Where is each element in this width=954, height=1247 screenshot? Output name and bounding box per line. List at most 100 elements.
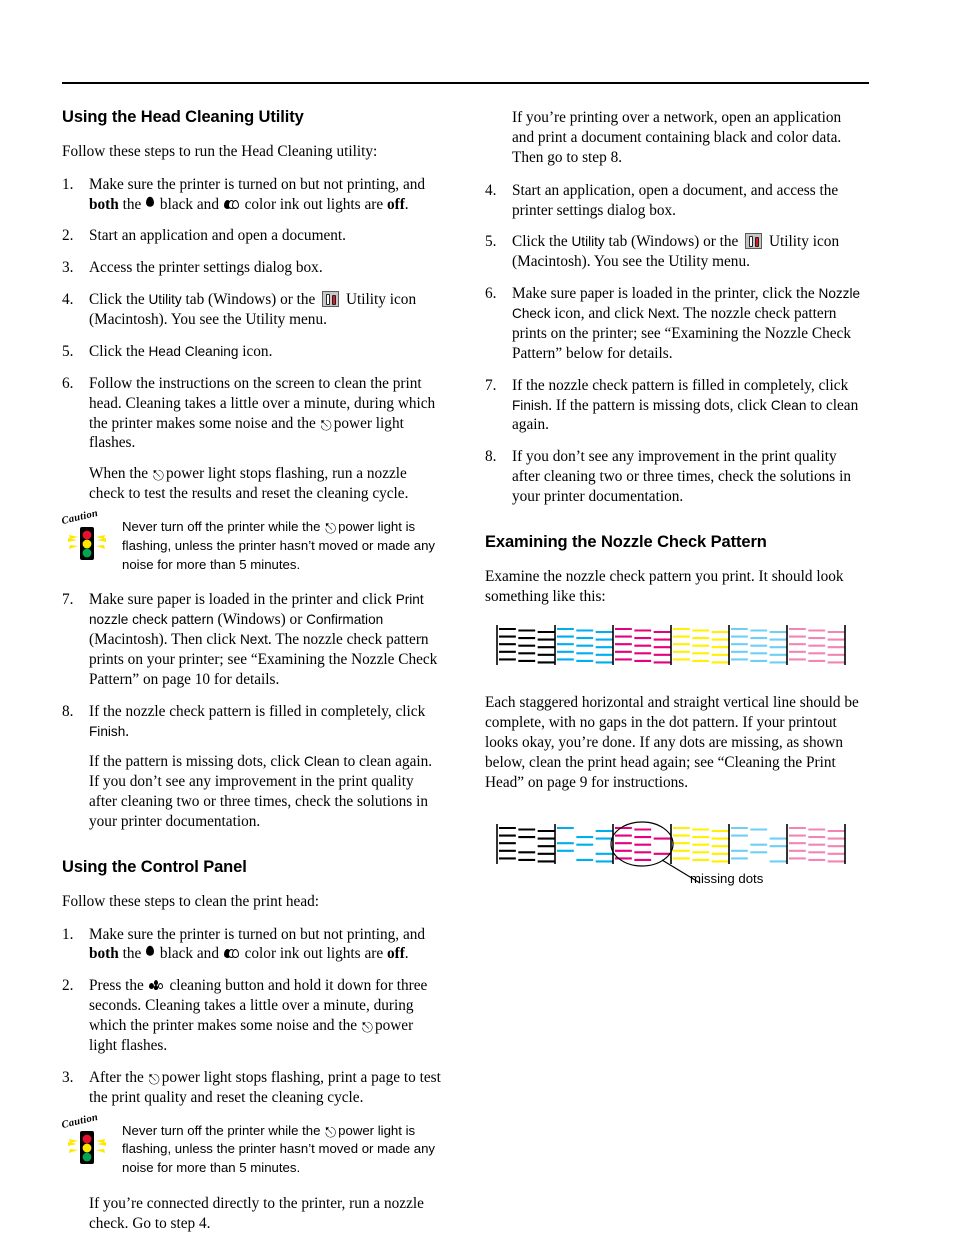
steps-list-network-printing: 4. Start an application, open a document…	[485, 181, 865, 507]
step-text: Click the Head Cleaning icon.	[89, 342, 273, 360]
nozzle-check-pattern-good-figure	[485, 620, 865, 677]
list-item: 6. Make sure paper is loaded in the prin…	[485, 284, 865, 364]
ink-black-icon	[146, 947, 155, 959]
caution-text: Never turn off the printer while the ⎋ po…	[122, 519, 436, 572]
callout-label-missing-dots: missing dots	[690, 870, 764, 886]
power-icon: ⎋	[361, 1020, 373, 1037]
step-text: Start an application, open a document, a…	[512, 181, 839, 219]
step-subparagraph: When the ⎋ power light stops flashing, ru…	[89, 465, 409, 503]
emphasis-off: off	[386, 945, 405, 963]
document-page: Using the Head Cleaning Utility Follow t…	[0, 0, 954, 1235]
emphasis-both: both	[89, 945, 119, 963]
ui-label-finish: Finish	[89, 723, 126, 739]
closing-paragraph-control-panel: If you’re connected directly to the prin…	[89, 1194, 424, 1232]
list-item: 3. Access the printer settings dialog bo…	[62, 258, 442, 278]
step-text: Make sure paper is loaded in the printer…	[512, 285, 861, 362]
page-title-head-cleaning-utility: Using the Head Cleaning Utility	[62, 108, 304, 126]
ui-label-clean: Clean	[303, 754, 340, 770]
left-column: Using the Head Cleaning Utility Follow t…	[61, 108, 442, 1247]
nozzle-pattern-svg-missing	[496, 821, 846, 884]
power-icon: ⎋	[148, 1071, 160, 1088]
list-item: 8. If you don’t see any improvement in t…	[485, 447, 865, 507]
power-icon: ⎋	[325, 521, 337, 538]
list-item: 8. If the nozzle check pattern is filled…	[62, 702, 442, 832]
power-icon: ⎋	[152, 468, 164, 485]
middle-paragraph-examining: Each staggered horizontal and straight v…	[485, 694, 859, 791]
step-text: Make sure paper is loaded in the printer…	[89, 591, 438, 688]
ink-color-icon	[223, 947, 240, 959]
step-text: Make sure the printer is turned on but n…	[89, 175, 426, 213]
intro-paragraph-control-panel: Follow these steps to clean the print he…	[62, 892, 320, 910]
step-text: Make sure the printer is turned on but n…	[89, 925, 426, 963]
step-number: 6.	[62, 374, 74, 392]
step-text: If the nozzle check pattern is filled in…	[512, 376, 859, 434]
step-text: Start an application and open a document…	[89, 227, 346, 245]
ui-label-head-cleaning: Head Cleaning	[148, 343, 239, 359]
step-text: Follow the instructions on the screen to…	[89, 374, 436, 452]
ui-label-next: Next	[239, 632, 268, 647]
list-item: 3. After the ⎋ power light stops flashing…	[62, 1068, 442, 1108]
right-column: If you’re printing over a network, open …	[485, 108, 865, 918]
list-item: 2. Start an application and open a docum…	[62, 226, 442, 246]
list-item: 6. Follow the instructions on the screen…	[62, 374, 442, 504]
caution-note: Caution Never turn off the printer while…	[61, 1111, 442, 1178]
ink-color-icon	[223, 198, 240, 210]
step-number: 1.	[62, 175, 74, 193]
emphasis-both: both	[89, 195, 119, 213]
emphasis-off: off	[386, 195, 405, 213]
utility-icon	[745, 233, 763, 250]
step-text: Click the Utility tab (Windows) or the U…	[89, 291, 417, 329]
ui-label-finish: Finish	[512, 397, 549, 413]
step-number: 5.	[62, 342, 74, 360]
ui-label-confirmation: Confirmation	[306, 612, 384, 628]
steps-list-control-panel: 1. Make sure the printer is turned on bu…	[62, 925, 442, 1108]
list-item: 1. Make sure the printer is turned on bu…	[62, 175, 442, 215]
ui-label-utility-tab: Utility	[148, 292, 182, 308]
step-number: 2.	[62, 227, 74, 245]
step-text: Click the Utility tab (Windows) or the U…	[512, 233, 840, 271]
continuation-paragraph: If you’re printing over a network, open …	[512, 109, 842, 166]
caution-traffic-light-icon: Caution	[61, 1111, 118, 1172]
caution-text: Never turn off the printer while the ⎋ po…	[122, 1122, 436, 1176]
ui-label-clean: Clean	[770, 397, 807, 413]
step-number: 2.	[62, 977, 74, 995]
step-text: After the ⎋ power light stops flashing, p…	[89, 1068, 441, 1106]
list-item: 2. Press the cleaning button and hold it…	[62, 976, 442, 1056]
step-number: 1.	[62, 925, 74, 943]
power-icon: ⎋	[325, 1124, 337, 1141]
list-item: 7. Make sure paper is loaded in the prin…	[62, 590, 442, 689]
caution-note: Caution Never turn off the printer while…	[61, 508, 442, 574]
step-number: 6.	[485, 285, 497, 303]
step-number: 7.	[62, 591, 74, 609]
cleaning-button-icon	[148, 979, 165, 991]
step-number: 7.	[485, 376, 497, 394]
intro-paragraph-head-cleaning: Follow these steps to run the Head Clean…	[62, 142, 378, 160]
step-text: If the nozzle check pattern is filled in…	[89, 702, 426, 740]
list-item: 5. Click the Head Cleaning icon.	[62, 342, 442, 362]
step-text: If you don’t see any improvement in the …	[512, 448, 851, 505]
step-number: 3.	[62, 259, 74, 277]
nozzle-check-pattern-bad-figure: missing dots	[485, 819, 865, 902]
step-number: 4.	[62, 291, 74, 309]
step-subparagraph: If the pattern is missing dots, click Cl…	[89, 753, 433, 830]
list-item: 7. If the nozzle check pattern is filled…	[485, 376, 865, 436]
ui-label-utility-tab: Utility	[571, 234, 605, 250]
steps-list-head-cleaning-utility-cont: 7. Make sure paper is loaded in the prin…	[62, 590, 442, 832]
step-text: Access the printer settings dialog box.	[89, 259, 323, 277]
list-item: 5. Click the Utility tab (Windows) or th…	[485, 232, 865, 272]
step-number: 5.	[485, 233, 497, 251]
step-number: 4.	[485, 181, 497, 199]
utility-icon	[322, 291, 340, 308]
step-text: Press the cleaning button and hold it do…	[89, 977, 428, 1054]
intro-paragraph-examining: Examine the nozzle check pattern you pri…	[485, 567, 844, 605]
list-item: 1. Make sure the printer is turned on bu…	[62, 925, 442, 965]
page-title-control-panel: Using the Control Panel	[62, 857, 247, 876]
nozzle-pattern-svg-good	[496, 625, 846, 666]
step-number: 8.	[485, 448, 497, 466]
page-title-examining-nozzle-check-pattern: Examining the Nozzle Check Pattern	[485, 532, 767, 551]
caution-traffic-light-icon: Caution	[61, 508, 118, 568]
step-number: 8.	[62, 702, 74, 720]
header-rule	[62, 82, 869, 84]
ui-label-next: Next	[647, 306, 676, 321]
list-item: 4. Click the Utility tab (Windows) or th…	[62, 290, 442, 330]
